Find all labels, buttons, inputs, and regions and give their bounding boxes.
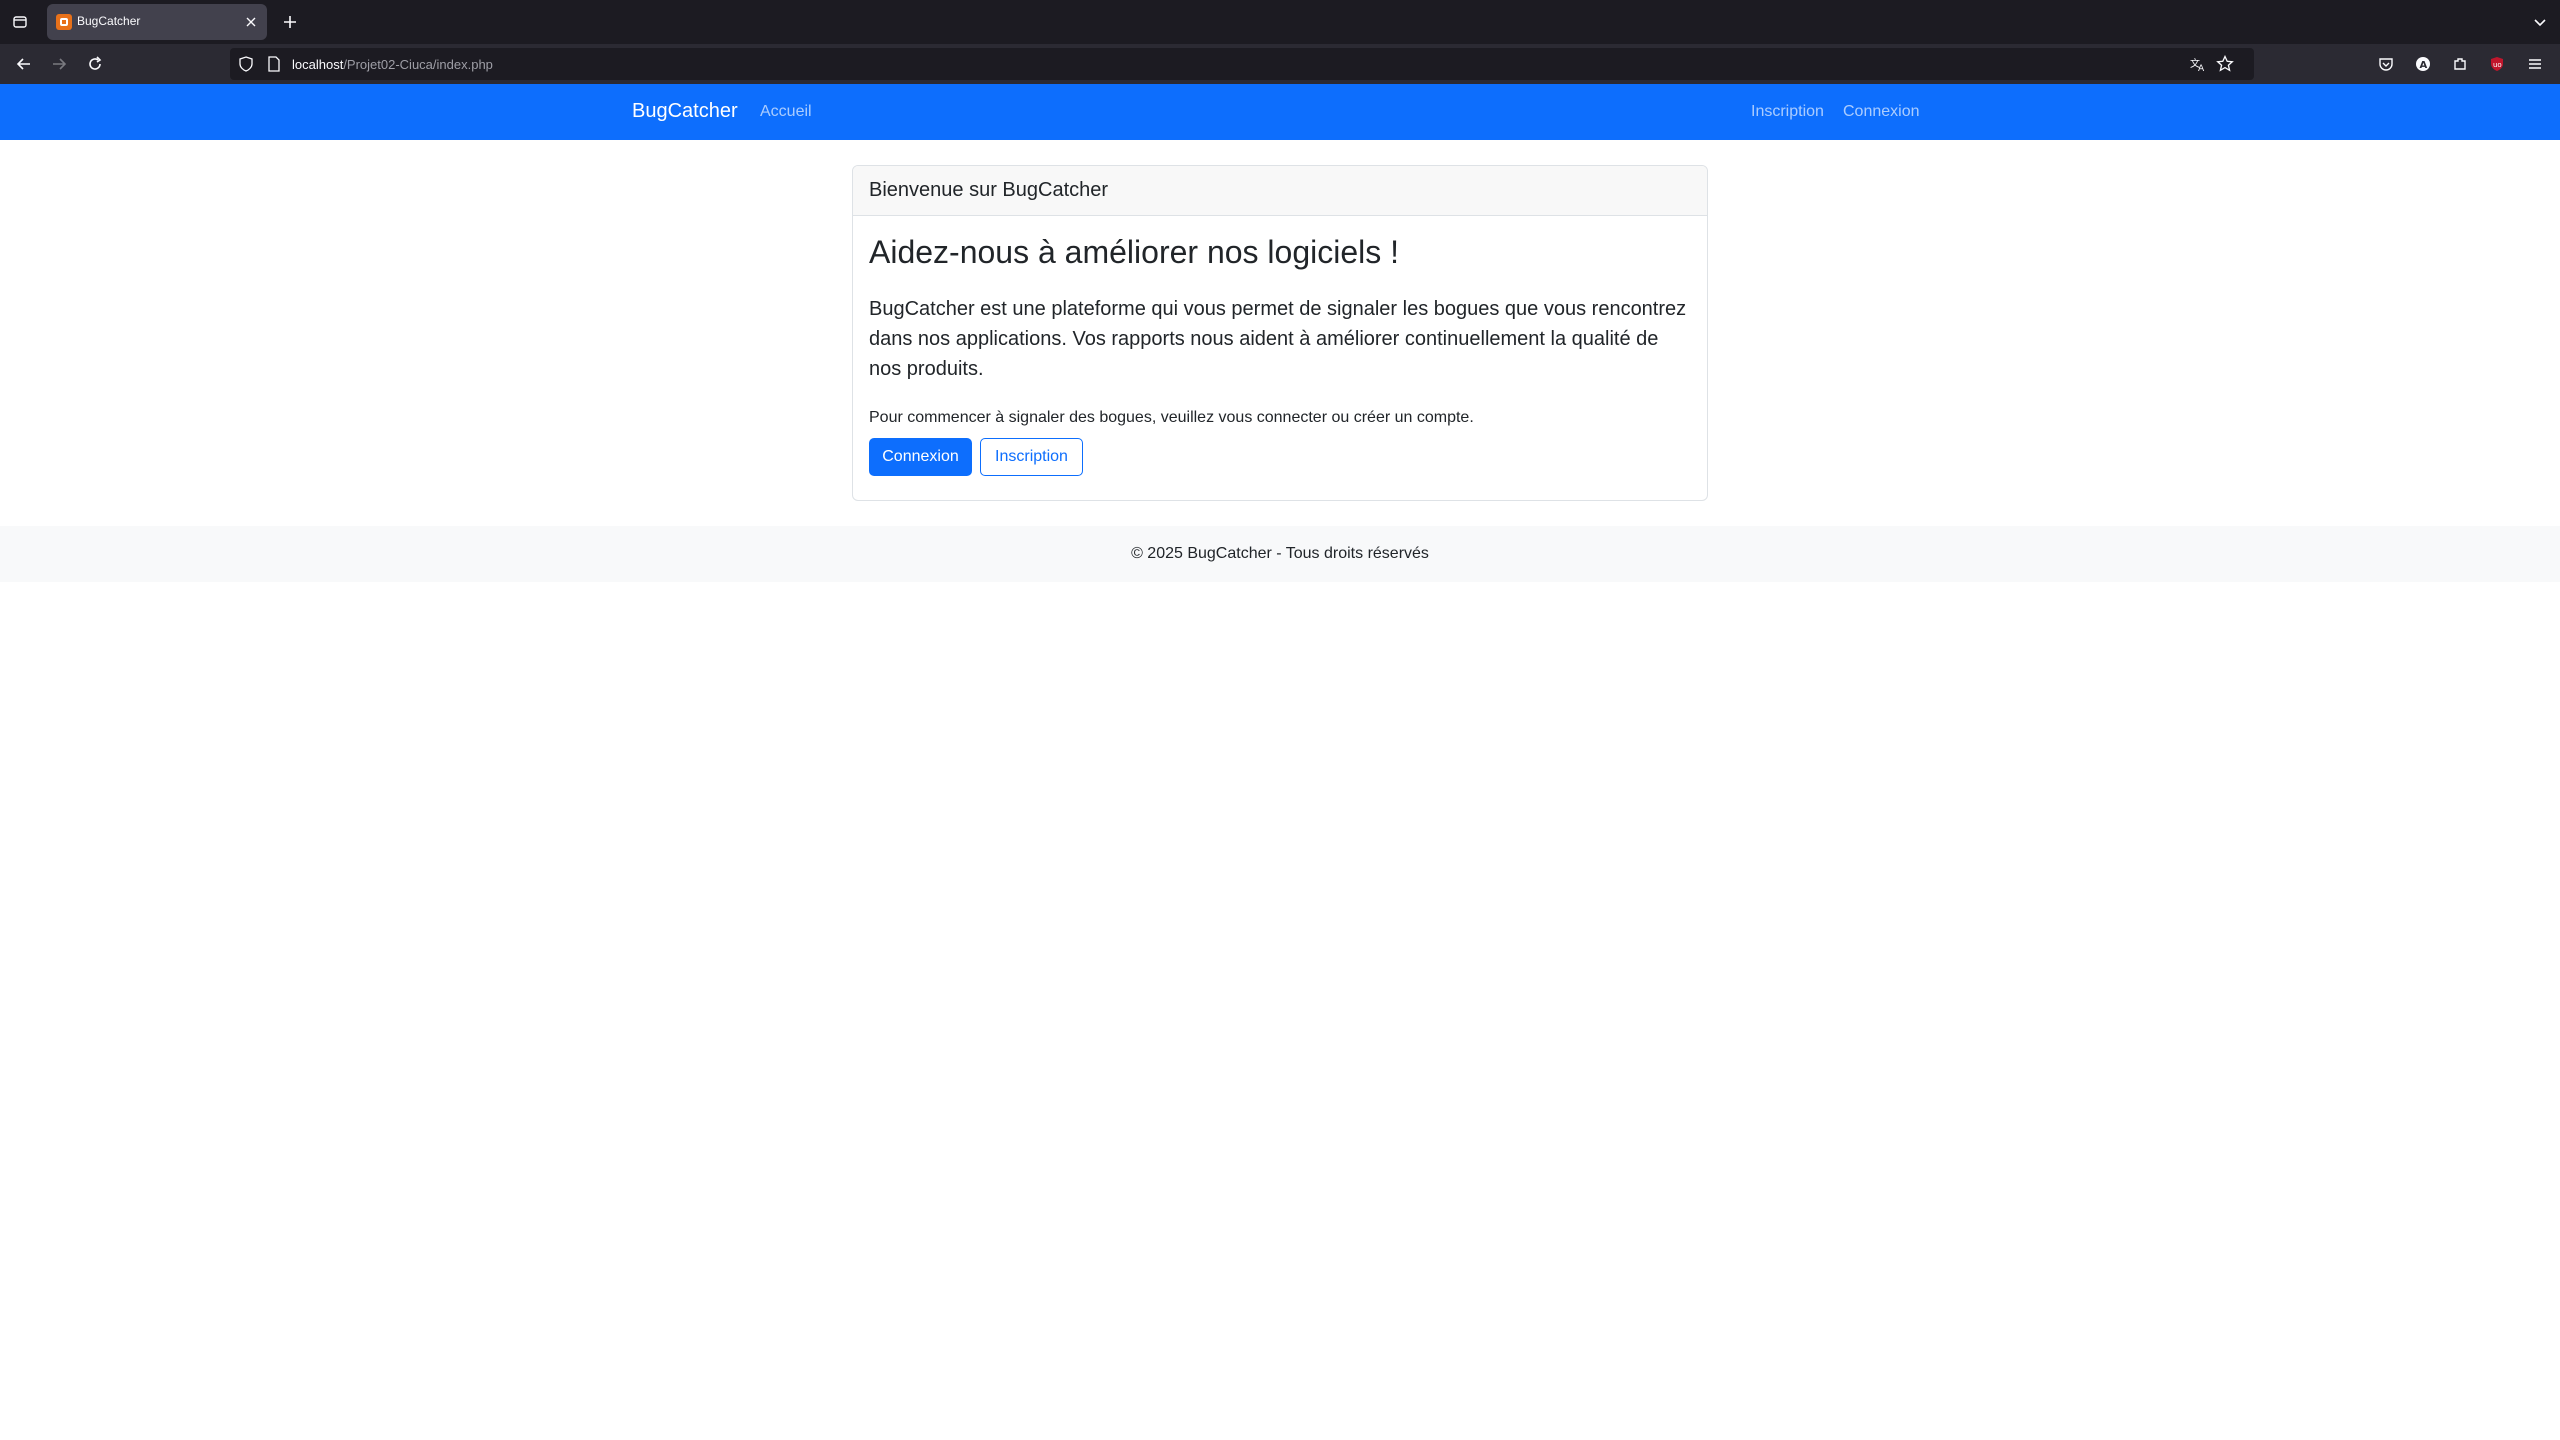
page-icon[interactable] bbox=[266, 56, 282, 72]
translate-icon[interactable]: 文A bbox=[2190, 56, 2206, 74]
site-favicon-icon bbox=[56, 14, 72, 30]
card-note-text: Pour commencer à signaler des bogues, ve… bbox=[869, 409, 1474, 426]
svg-text:A: A bbox=[2198, 64, 2205, 72]
tab-title: BugCatcher bbox=[77, 14, 141, 28]
nav-link-connexion[interactable]: Connexion bbox=[1843, 103, 1920, 121]
brand-link[interactable]: BugCatcher bbox=[632, 100, 738, 123]
account-icon[interactable]: A bbox=[2411, 52, 2435, 76]
bookmark-star-icon[interactable] bbox=[2216, 54, 2234, 73]
login-button[interactable]: Connexion bbox=[869, 438, 972, 476]
pocket-icon[interactable] bbox=[2374, 52, 2398, 76]
site-footer: © 2025 BugCatcher - Tous droits réservés bbox=[0, 526, 2560, 582]
svg-text:uo: uo bbox=[2493, 61, 2502, 69]
shield-icon[interactable] bbox=[238, 56, 254, 72]
reload-icon[interactable] bbox=[83, 52, 107, 76]
forward-arrow-icon[interactable] bbox=[47, 52, 71, 76]
browser-tab-strip: BugCatcher bbox=[0, 0, 2560, 44]
welcome-card: Bienvenue sur BugCatcher Aidez-nous à am… bbox=[852, 165, 1708, 501]
url-host: localhost bbox=[292, 57, 344, 72]
card-header-title: Bienvenue sur BugCatcher bbox=[869, 179, 1109, 201]
address-bar[interactable]: localhost/Projet02-Ciuca/index.php 文A bbox=[230, 48, 2254, 80]
card-header: Bienvenue sur BugCatcher bbox=[853, 166, 1707, 216]
extensions-icon[interactable] bbox=[2448, 52, 2472, 76]
site-navbar: BugCatcher Accueil Inscription Connexion bbox=[0, 84, 2560, 140]
back-arrow-icon[interactable] bbox=[12, 52, 36, 76]
url-path: /Projet02-Ciuca/index.php bbox=[343, 57, 493, 72]
close-tab-icon[interactable] bbox=[241, 12, 261, 32]
nav-link-accueil[interactable]: Accueil bbox=[760, 103, 812, 121]
url-text[interactable]: localhost/Projet02-Ciuca/index.php bbox=[292, 57, 493, 72]
menu-hamburger-icon[interactable] bbox=[2523, 52, 2547, 76]
card-lead-text: BugCatcher est une plateforme qui vous p… bbox=[869, 298, 1687, 380]
register-button[interactable]: Inscription bbox=[980, 438, 1083, 476]
new-tab-icon[interactable] bbox=[278, 10, 302, 34]
footer-text: © 2025 BugCatcher - Tous droits réservés bbox=[1131, 545, 1429, 562]
tab-list-icon[interactable] bbox=[8, 10, 32, 34]
nav-link-inscription[interactable]: Inscription bbox=[1751, 103, 1824, 121]
chevron-down-icon[interactable] bbox=[2528, 10, 2552, 34]
browser-tab[interactable]: BugCatcher bbox=[47, 4, 267, 40]
svg-text:A: A bbox=[2420, 60, 2428, 71]
card-title: Aidez-nous à améliorer nos logiciels ! bbox=[869, 234, 1400, 270]
browser-toolbar: localhost/Projet02-Ciuca/index.php 文A A … bbox=[0, 44, 2560, 84]
ublock-icon[interactable]: uo bbox=[2485, 52, 2509, 76]
